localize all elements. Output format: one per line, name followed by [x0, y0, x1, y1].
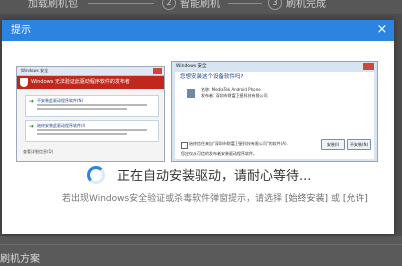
option-description [37, 133, 127, 135]
install-note: 您应仅从可信的发布者安装驱动程序软件。 [181, 151, 257, 156]
device-install-prompt-image: Windows 安全 您想安装这个设备软件吗? 名称: MediaTek And… [171, 61, 378, 162]
device-icon [187, 89, 195, 98]
trust-checkbox [181, 142, 188, 149]
window-title: Windows 安全 [21, 68, 49, 73]
option-label: 不安装此驱动程序软件(N) [37, 98, 84, 103]
step-2: 2 智能刷机 [162, 0, 220, 10]
divider [0, 244, 402, 245]
no-install-button-image: 不安装(N) [347, 139, 371, 150]
window-titlebar: Windows 安全 [17, 67, 164, 76]
option-label: 始终安装此驱动程序软件(I) [37, 123, 86, 128]
always-install-option: ➜ 始终安装此驱动程序软件(I) [25, 120, 159, 142]
dialog-title: 提示 [11, 25, 31, 36]
do-not-install-option: ➜ 不安装此驱动程序软件(N) [25, 95, 159, 117]
unsigned-driver-warning-image: Windows 安全 Windows 无法验证此驱动程序软件的发布者 ➜ 不安装… [16, 66, 165, 162]
install-question: 您想安装这个设备软件吗? [180, 74, 244, 80]
hint-middle: 或 [328, 194, 343, 204]
hint-prefix: 若出现Windows安全验证或杀毒软件弹窗提示，请选择 [62, 194, 286, 204]
background-bottom-panel [0, 236, 402, 266]
hint-option-allow: [允许] [342, 194, 368, 204]
publisher: 发布者: 深圳市财富卫星科技有限公司 [201, 93, 268, 98]
step-3-number: 3 [268, 0, 282, 10]
close-icon[interactable]: × [375, 22, 389, 38]
driver-install-dialog: 提示 × Windows 安全 Windows 无法验证此驱动程序软件的发布者 … [2, 20, 394, 234]
background-section-title: 刷机方案 [0, 254, 40, 265]
device-name: 名称: MediaTek Android Phone [201, 87, 261, 92]
step-1: 加载刷机包 [28, 0, 78, 10]
window-close-icon [363, 63, 374, 70]
background-step-bar: 加载刷机包 2 智能刷机 3 刷机完成 [0, 0, 402, 14]
window-close-icon [153, 68, 162, 74]
shield-icon [20, 78, 28, 87]
window-titlebar: Windows 安全 [172, 62, 377, 71]
window-title: Windows 安全 [176, 64, 207, 69]
option-description [37, 104, 147, 106]
hint-option-always-install: [始终安装] [285, 194, 329, 204]
arrow-icon: ➜ [29, 98, 35, 105]
arrow-icon: ➜ [29, 123, 35, 130]
dialog-header: 提示 × [2, 20, 394, 41]
option-description [37, 129, 147, 131]
step-connector [228, 3, 262, 4]
loading-message: 正在自动安装驱动，请耐心等待... [117, 169, 312, 184]
option-description [37, 108, 127, 110]
trust-checkbox-label: 始终信任来自"深圳市财富卫星科技有限公司"的软件(A). [189, 141, 288, 146]
warning-banner-text: Windows 无法验证此驱动程序软件的发布者 [31, 79, 130, 85]
security-prompt-hint: 若出现Windows安全验证或杀毒软件弹窗提示，请选择 [始终安装] 或 [允许… [62, 194, 368, 205]
window-body: 您想安装这个设备软件吗? 名称: MediaTek Android Phone … [175, 72, 374, 159]
step-1-label: 加载刷机包 [28, 0, 78, 10]
loading-spinner-icon [87, 166, 105, 184]
step-3: 3 刷机完成 [268, 0, 326, 10]
step-connector [88, 3, 154, 4]
install-button-image: 安装(I) [321, 139, 345, 150]
step-3-label: 刷机完成 [286, 0, 326, 10]
step-2-label: 智能刷机 [180, 0, 220, 10]
details-link: 查看详细信息(D) [23, 149, 54, 154]
step-2-number: 2 [162, 0, 176, 10]
warning-banner: Windows 无法验证此驱动程序软件的发布者 [17, 76, 164, 89]
